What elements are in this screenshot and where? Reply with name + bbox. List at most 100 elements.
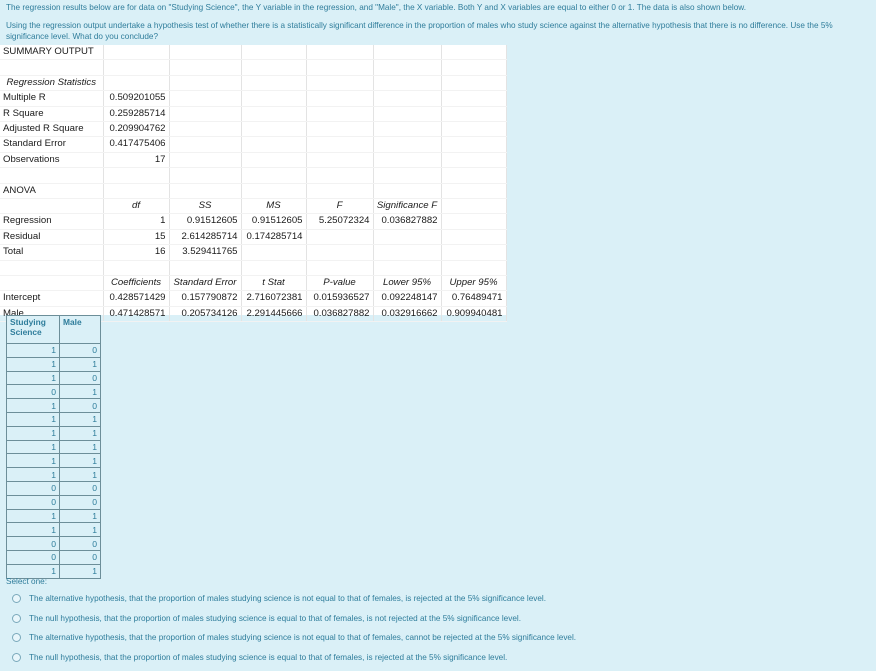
question-intro: The regression results below are for dat… bbox=[6, 2, 866, 49]
summary-output-title: SUMMARY OUTPUT bbox=[0, 45, 104, 61]
cell-male: 0 bbox=[59, 480, 101, 496]
table-row: 00 bbox=[6, 549, 101, 565]
cell-blank bbox=[306, 121, 374, 138]
cell-blank bbox=[441, 45, 507, 61]
anova-residual-ss: 2.614285714 bbox=[169, 229, 242, 246]
cell-blank bbox=[103, 74, 170, 92]
cell-blank bbox=[441, 90, 507, 107]
cell-blank bbox=[306, 75, 374, 92]
answer-option-1[interactable]: The alternative hypothesis, that the pro… bbox=[6, 593, 866, 604]
cell-male: 1 bbox=[59, 453, 101, 469]
coef-header-blank bbox=[0, 275, 104, 292]
select-one-label: Select one: bbox=[6, 577, 47, 586]
cell-studying-science: 1 bbox=[6, 411, 60, 427]
cell-blank bbox=[241, 136, 307, 153]
coef-male-lower-95: 0.032916662 bbox=[373, 306, 442, 323]
anova-total-significance-f bbox=[373, 244, 442, 261]
cell-blank bbox=[306, 59, 374, 76]
anova-residual-significance-f bbox=[373, 229, 442, 246]
cell-male: 1 bbox=[59, 384, 101, 400]
cell-blank bbox=[373, 45, 442, 61]
coef-header-t-stat: t Stat bbox=[241, 275, 307, 292]
sheet-row-adjusted-r-square: Adjusted R Square 0.209904762 bbox=[0, 121, 507, 138]
cell-male: 0 bbox=[59, 398, 101, 413]
cell-blank bbox=[241, 45, 307, 61]
cell-blank bbox=[441, 106, 507, 123]
anova-regression-f: 5.25072324 bbox=[306, 213, 374, 230]
cell-blank bbox=[241, 59, 307, 76]
cell-blank bbox=[441, 260, 507, 277]
cell-blank bbox=[241, 152, 307, 169]
coef-header-p-value: P-value bbox=[306, 275, 374, 292]
coef-male-standard-error: 0.205734126 bbox=[169, 306, 242, 323]
anova-total-df: 16 bbox=[103, 244, 170, 261]
table-row: 11 bbox=[6, 356, 101, 372]
cell-studying-science: 1 bbox=[6, 370, 60, 386]
sheet-row-coefficients-headers: Coefficients Standard Error t Stat P-val… bbox=[0, 275, 507, 292]
cell-blank bbox=[373, 121, 442, 138]
sheet-row-blank bbox=[0, 59, 507, 76]
cell-blank bbox=[169, 167, 242, 184]
regression-statistics-title: Regression Statistics bbox=[0, 74, 104, 92]
anova-label-regression: Regression bbox=[0, 213, 104, 230]
raw-data-header-male: Male bbox=[59, 315, 101, 344]
cell-blank bbox=[373, 167, 442, 184]
table-row: 11 bbox=[6, 411, 101, 427]
anova-residual-f bbox=[306, 229, 374, 246]
cell-blank bbox=[373, 183, 442, 200]
anova-total-ss: 3.529411765 bbox=[169, 244, 242, 261]
sheet-row-anova-regression: Regression 1 0.91512605 0.91512605 5.250… bbox=[0, 213, 507, 230]
answer-option-3[interactable]: The alternative hypothesis, that the pro… bbox=[6, 632, 866, 643]
cell-studying-science: 1 bbox=[6, 508, 60, 524]
cell-blank bbox=[441, 244, 507, 261]
sheet-row-observations: Observations 17 bbox=[0, 152, 507, 169]
cell-blank bbox=[373, 59, 442, 76]
radio-button-icon[interactable] bbox=[12, 594, 21, 603]
cell-studying-science: 1 bbox=[6, 425, 60, 441]
sheet-row-summary-title: SUMMARY OUTPUT bbox=[0, 45, 507, 61]
answer-option-2-label: The null hypothesis, that the proportion… bbox=[29, 613, 521, 623]
cell-blank bbox=[0, 260, 104, 277]
cell-male: 1 bbox=[59, 356, 101, 372]
sheet-row-blank bbox=[0, 167, 507, 184]
sheet-row-anova-headers: df SS MS F Significance F bbox=[0, 198, 507, 215]
stat-value-adjusted-r-square: 0.209904762 bbox=[103, 121, 170, 138]
cell-blank bbox=[241, 183, 307, 200]
cell-studying-science: 1 bbox=[6, 467, 60, 482]
cell-blank bbox=[441, 213, 507, 230]
intro-paragraph-1: The regression results below are for dat… bbox=[6, 3, 746, 12]
cell-male: 0 bbox=[59, 370, 101, 386]
cell-blank bbox=[0, 59, 104, 76]
radio-button-icon[interactable] bbox=[12, 613, 21, 623]
raw-data-table: Studying Science Male 10 11 10 01 10 11 … bbox=[6, 315, 101, 579]
sheet-row-anova-title: ANOVA bbox=[0, 183, 507, 200]
radio-button-icon[interactable] bbox=[12, 633, 21, 642]
stat-label-r-square: R Square bbox=[0, 106, 104, 123]
cell-blank bbox=[241, 106, 307, 123]
cell-blank bbox=[241, 260, 307, 277]
anova-title: ANOVA bbox=[0, 183, 104, 200]
anova-total-ms bbox=[241, 244, 307, 261]
cell-studying-science: 0 bbox=[6, 549, 60, 565]
cell-blank bbox=[441, 167, 507, 184]
radio-button-icon[interactable] bbox=[12, 652, 21, 662]
cell-male: 1 bbox=[59, 522, 101, 538]
anova-regression-ss: 0.91512605 bbox=[169, 213, 242, 230]
answer-option-2[interactable]: The null hypothesis, that the proportion… bbox=[6, 613, 866, 624]
cell-male: 0 bbox=[59, 536, 101, 551]
anova-header-ss: SS bbox=[169, 198, 242, 215]
cell-studying-science: 1 bbox=[6, 343, 60, 358]
cell-blank bbox=[441, 75, 507, 92]
anova-header-ms: MS bbox=[241, 198, 307, 215]
cell-male: 0 bbox=[59, 343, 101, 358]
coef-header-standard-error: Standard Error bbox=[169, 275, 242, 292]
cell-blank bbox=[306, 167, 374, 184]
cell-blank bbox=[103, 45, 170, 61]
table-row: 11 bbox=[6, 453, 101, 469]
table-row: 11 bbox=[6, 467, 101, 482]
cell-male: 1 bbox=[59, 425, 101, 441]
coef-male-t-stat: 2.291445666 bbox=[241, 306, 307, 323]
cell-blank bbox=[373, 106, 442, 123]
coef-intercept-upper-95: 0.76489471 bbox=[441, 290, 507, 307]
cell-blank bbox=[0, 167, 104, 184]
